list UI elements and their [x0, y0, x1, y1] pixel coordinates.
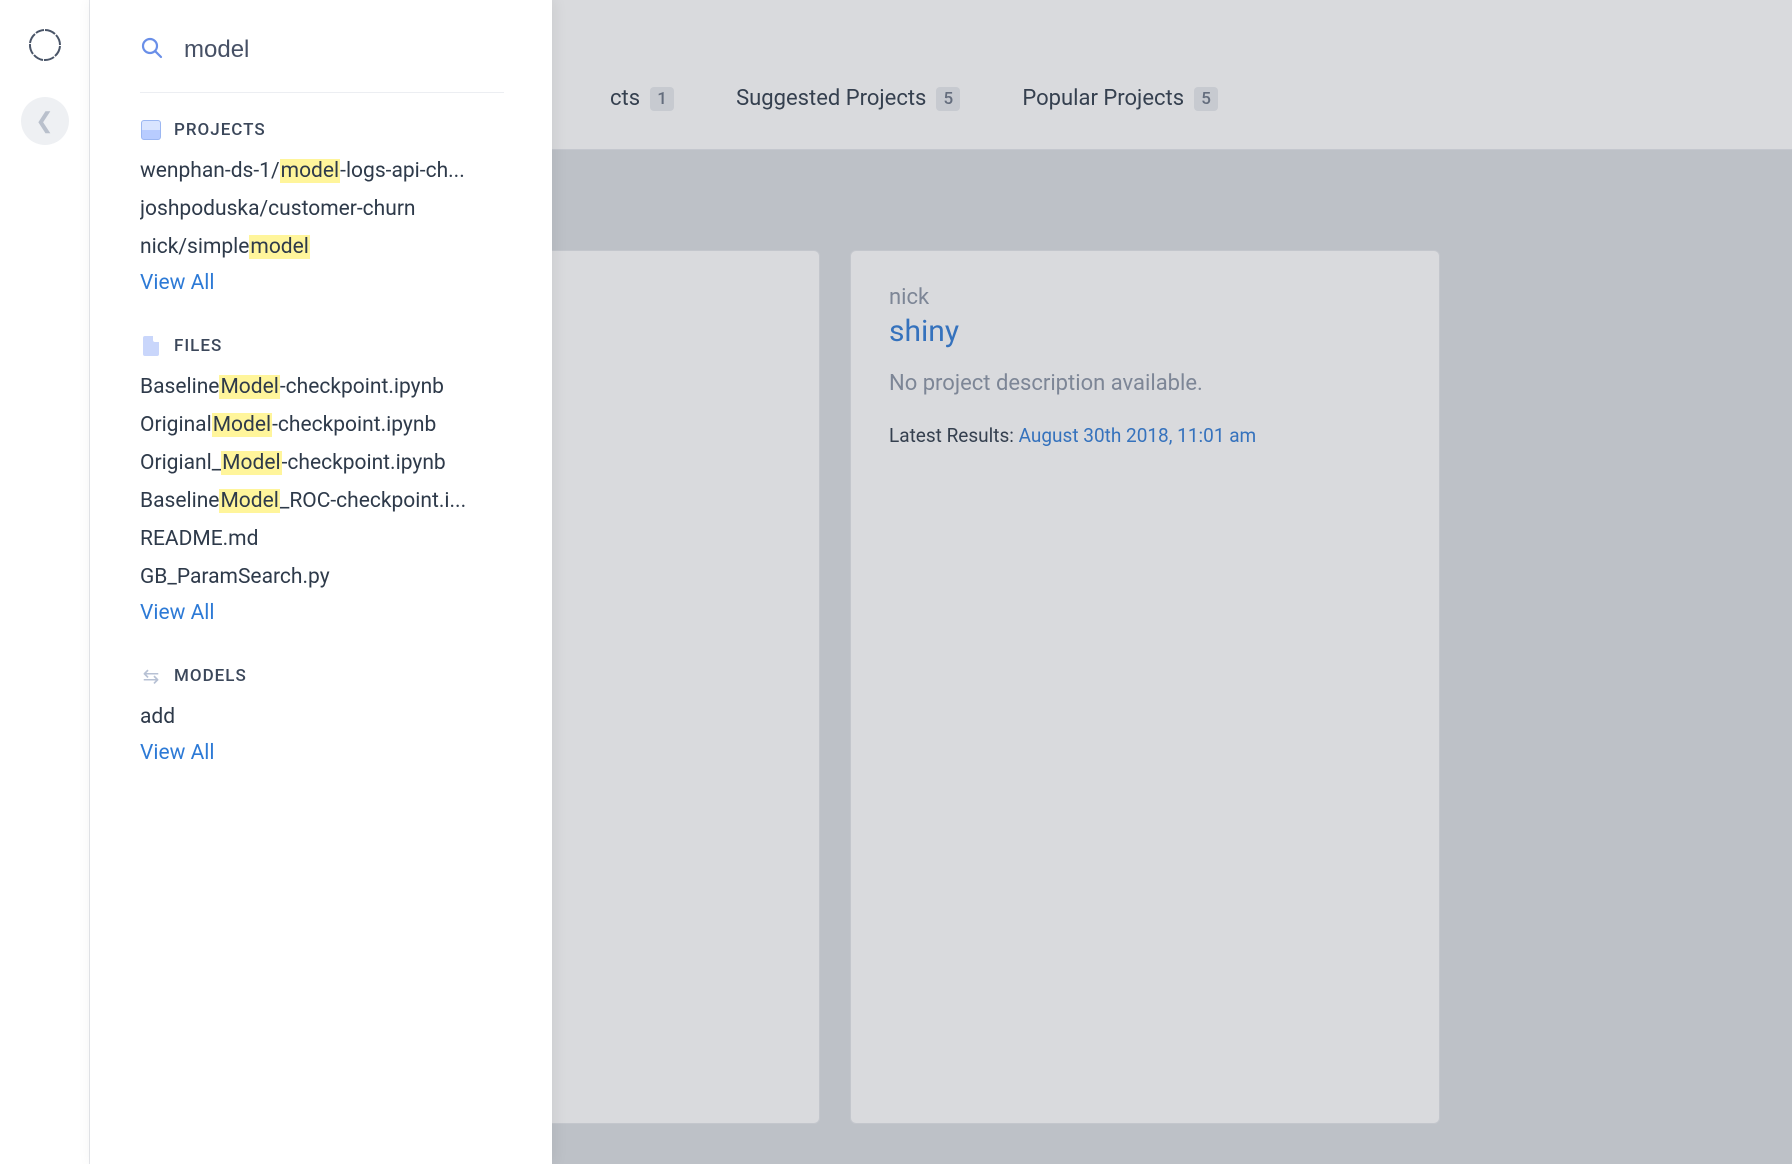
left-rail: ❮ — [0, 0, 90, 1164]
view-all-files[interactable]: View All — [140, 601, 504, 625]
result-item[interactable]: Origianl_Model-checkpoint.ipynb — [140, 451, 504, 475]
tab-label: cts — [610, 86, 640, 111]
result-item[interactable]: add — [140, 705, 504, 729]
search-row — [140, 36, 504, 93]
view-all-models[interactable]: View All — [140, 741, 504, 765]
result-item[interactable]: README.md — [140, 527, 504, 551]
latest-results-label: Latest Results: — [889, 424, 1019, 447]
tab-popular-projects[interactable]: Popular Projects 5 — [1022, 86, 1218, 111]
projects-icon — [140, 119, 162, 141]
latest-results: Latest Results: August 30th 2018, 11:01 … — [889, 424, 1401, 447]
search-icon — [140, 36, 164, 64]
tab-count-badge: 5 — [1194, 87, 1218, 111]
results-section-models: ⇆ MODELS add View All — [140, 665, 504, 765]
tab-label: Suggested Projects — [736, 86, 926, 111]
tab-count-badge: 1 — [650, 87, 674, 111]
result-item[interactable]: joshpoduska/customer-churn — [140, 197, 504, 221]
tab-partial[interactable]: cts 1 — [610, 86, 674, 111]
back-button[interactable]: ❮ — [21, 97, 69, 145]
chevron-left-icon: ❮ — [35, 109, 53, 134]
results-section-files: FILES BaselineModel-checkpoint.ipynb Orig… — [140, 335, 504, 625]
models-icon: ⇆ — [140, 665, 162, 687]
result-item[interactable]: BaselineModel_ROC-checkpoint.i... — [140, 489, 504, 513]
result-item[interactable]: BaselineModel-checkpoint.ipynb — [140, 375, 504, 399]
files-icon — [140, 335, 162, 357]
tab-label: Popular Projects — [1022, 86, 1184, 111]
result-item[interactable]: OriginalModel-checkpoint.ipynb — [140, 413, 504, 437]
project-owner: nick — [889, 285, 1401, 310]
result-item[interactable]: GB_ParamSearch.py — [140, 565, 504, 589]
brand-logo-icon[interactable] — [25, 25, 65, 69]
project-title: shiny — [889, 314, 1401, 349]
search-panel: PROJECTS wenphan-ds-1/model-logs-api-ch.… — [90, 0, 552, 1164]
result-item[interactable]: wenphan-ds-1/model-logs-api-ch... — [140, 159, 504, 183]
search-input[interactable] — [184, 36, 504, 64]
section-label: MODELS — [174, 666, 247, 686]
files-result-list: BaselineModel-checkpoint.ipynb OriginalMo… — [140, 375, 504, 589]
latest-results-timestamp: August 30th 2018, 11:01 am — [1019, 424, 1257, 447]
result-item[interactable]: nick/simplemodel — [140, 235, 504, 259]
tab-suggested-projects[interactable]: Suggested Projects 5 — [736, 86, 960, 111]
projects-result-list: wenphan-ds-1/model-logs-api-ch... joshpod… — [140, 159, 504, 259]
section-label: FILES — [174, 336, 222, 356]
view-all-projects[interactable]: View All — [140, 271, 504, 295]
results-section-projects: PROJECTS wenphan-ds-1/model-logs-api-ch.… — [140, 119, 504, 295]
section-label: PROJECTS — [174, 120, 266, 140]
project-card[interactable]: nick shiny No project description availa… — [850, 250, 1440, 1124]
project-description: No project description available. — [889, 371, 1401, 396]
tab-count-badge: 5 — [936, 87, 960, 111]
models-result-list: add — [140, 705, 504, 729]
